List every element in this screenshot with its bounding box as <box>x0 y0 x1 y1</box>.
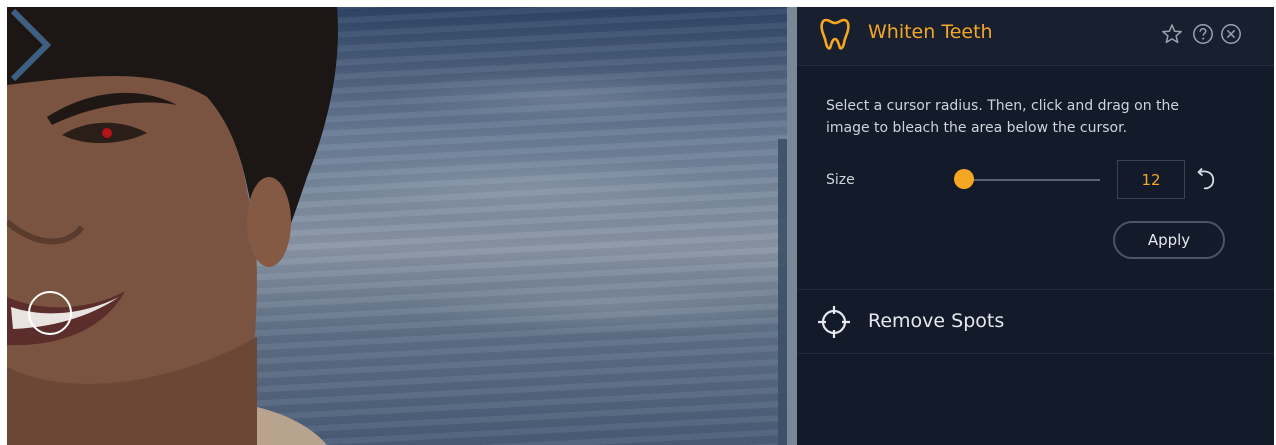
app-window: Whiten Teeth Select a cursor radius. The… <box>7 7 1274 445</box>
tool-remove-spots[interactable]: Remove Spots <box>797 290 1274 353</box>
tool-panel: Whiten Teeth Select a cursor radius. The… <box>797 7 1274 445</box>
crosshair-icon <box>818 306 850 338</box>
panel-divider-bar <box>778 139 787 445</box>
apply-button[interactable]: Apply <box>1113 221 1225 259</box>
size-input[interactable] <box>1117 160 1185 199</box>
panel-edge <box>787 7 797 445</box>
close-icon[interactable] <box>1220 23 1242 45</box>
star-icon[interactable] <box>1161 23 1183 45</box>
portrait-photo <box>7 7 338 445</box>
size-slider-thumb[interactable] <box>954 169 974 189</box>
tool-description: Select a cursor radius. Then, click and … <box>826 98 1179 136</box>
panel-title: Whiten Teeth <box>868 21 993 43</box>
panel-header: Whiten Teeth <box>797 7 1274 66</box>
reset-icon[interactable] <box>1193 167 1219 193</box>
chevron-right-icon[interactable] <box>7 7 53 83</box>
help-icon[interactable] <box>1192 23 1214 45</box>
size-label: Size <box>826 172 855 188</box>
photo-canvas[interactable] <box>7 7 797 445</box>
tooth-icon <box>820 18 850 50</box>
tool-label: Remove Spots <box>868 310 1005 332</box>
section-divider <box>797 353 1274 354</box>
size-slider-track[interactable] <box>964 179 1100 181</box>
